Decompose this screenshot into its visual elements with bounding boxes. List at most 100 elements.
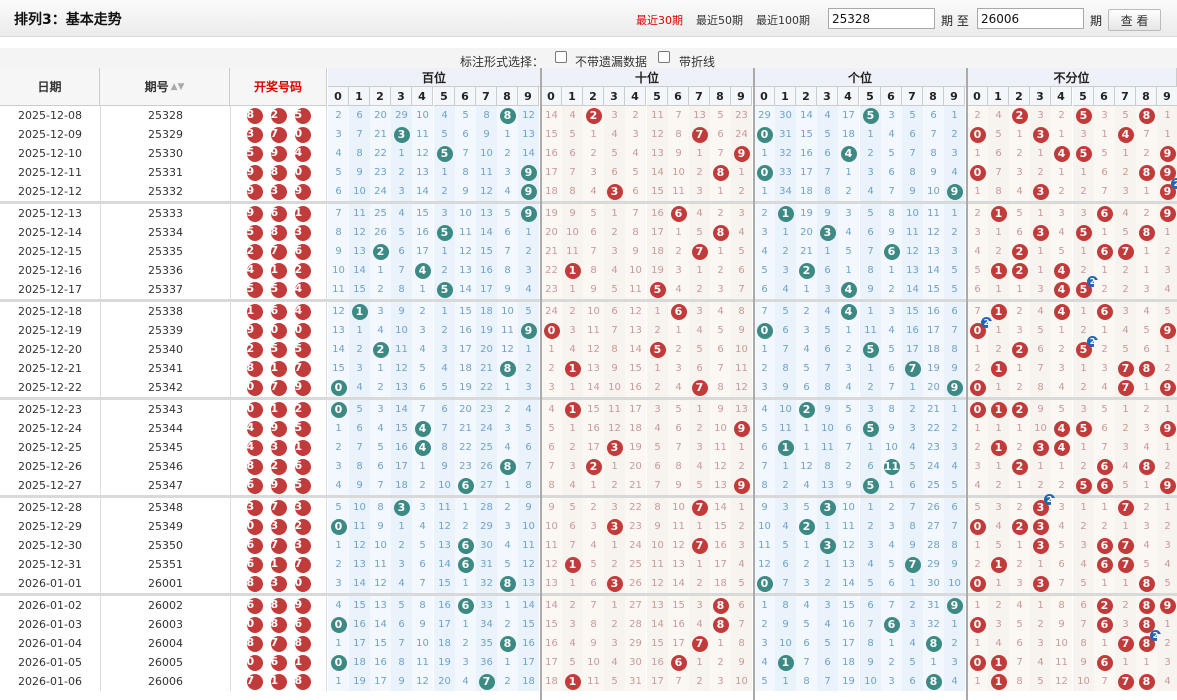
row-issue: 25350	[100, 536, 230, 555]
end-issue-input[interactable]	[977, 8, 1084, 29]
start-issue-input[interactable]	[828, 8, 935, 29]
cell-3-2: 4	[1009, 596, 1030, 615]
omission-value: 11	[842, 521, 855, 532]
row-issue: 25342	[100, 378, 230, 397]
omission-value: 29	[629, 638, 642, 649]
hit-ball: 1	[564, 401, 581, 418]
omission-value: 29	[758, 110, 771, 121]
omission-value: 1	[782, 461, 789, 472]
omission-value: 8	[782, 600, 789, 611]
cell-0-6: 18	[455, 359, 476, 378]
row-winning-numbers: 276	[230, 242, 327, 261]
table-row: 2025-12-10 25330 5 9 4 4 8 22 1 12 5 7 10 2 14 16 6 2 5 4 13…	[0, 144, 1177, 163]
cell-3-3: 1	[1030, 555, 1051, 574]
omission-value: 6	[590, 578, 597, 589]
omission-value: 3	[504, 423, 511, 434]
cell-0-8: 2	[497, 672, 518, 691]
cell-0-8: 9	[497, 280, 518, 299]
cell-0-6: 13	[455, 261, 476, 280]
omission-value: 17	[353, 638, 366, 649]
winning-ball: 7	[270, 379, 287, 396]
digit-header-0-0: 0	[328, 87, 349, 106]
cell-2-7: 17	[902, 340, 923, 359]
cell-2-3: 1	[817, 242, 838, 261]
cell-2-9: 9	[944, 378, 965, 397]
no-omission-checkbox[interactable]	[555, 51, 567, 63]
omission-value: 1	[569, 284, 576, 295]
omission-value: 3	[398, 186, 405, 197]
omission-value: 7	[761, 306, 768, 317]
omission-value: 1	[548, 344, 555, 355]
cell-3-6: 6	[1094, 615, 1115, 634]
omission-value: 8	[441, 442, 448, 453]
omission-value: 7	[441, 423, 448, 434]
hit-ball: 0	[330, 518, 347, 535]
cell-3-5: 2	[1073, 182, 1094, 201]
cell-2-5: 2	[860, 378, 881, 397]
cell-1-9: 9	[731, 144, 752, 163]
cell-1-7: 1	[689, 144, 710, 163]
cell-0-5: 5	[434, 223, 455, 242]
hit-ball: 0	[969, 164, 986, 181]
omission-value: 4	[675, 284, 682, 295]
omission-value: 2	[1080, 265, 1087, 276]
cell-1-5: 5	[647, 438, 668, 457]
hit-ball: 0	[969, 518, 986, 535]
cell-1-2: 1	[583, 125, 604, 144]
period-100-link[interactable]: 最近100期	[756, 12, 810, 28]
cell-1-3: 3	[604, 517, 625, 536]
cell-1-5: 16	[647, 653, 668, 672]
omission-value: 1	[675, 227, 682, 238]
cell-3-5: 9	[1073, 653, 1094, 672]
omission-value: 4	[1058, 227, 1065, 238]
cell-0-1: 8	[349, 457, 370, 476]
cell-1-5: 15	[647, 182, 668, 201]
cell-2-5: 1	[860, 498, 881, 517]
omission-value: 2	[569, 600, 576, 611]
omission-value: 1	[525, 227, 532, 238]
cell-0-1: 6	[349, 106, 370, 125]
cell-2-0: 3	[754, 634, 775, 653]
omission-value: 6	[951, 502, 958, 513]
cell-1-6: 8	[668, 457, 689, 476]
omission-value: 3	[1080, 540, 1087, 551]
period-50-link[interactable]: 最近50期	[696, 12, 743, 28]
group-divider	[753, 68, 755, 700]
cell-1-6: 11	[668, 517, 689, 536]
cell-1-1: 7	[562, 536, 583, 555]
omission-value: 5	[738, 246, 745, 257]
omission-value: 1	[738, 167, 745, 178]
omission-value: 17	[545, 167, 558, 178]
cell-3-8: 8	[1136, 574, 1157, 593]
view-button[interactable]: 查 看	[1108, 9, 1161, 31]
omission-value: 5	[803, 363, 810, 374]
omission-value: 7	[1101, 442, 1108, 453]
period-30-link[interactable]: 最近30期	[636, 12, 683, 28]
row-date: 2025-12-14	[18, 226, 82, 239]
cell-1-8: 14	[710, 498, 731, 517]
cell-2-9: 4	[944, 672, 965, 691]
polyline-checkbox[interactable]	[658, 51, 670, 63]
cell-3-1: 2	[988, 340, 1009, 359]
omission-value: 5	[761, 423, 768, 434]
row-issue: 25333	[100, 204, 230, 223]
omission-value: 1	[761, 344, 768, 355]
row-date: 2025-12-16	[18, 264, 82, 277]
omission-value: 4	[738, 227, 745, 238]
cell-0-4: 12	[412, 672, 433, 691]
omission-value: 3	[782, 265, 789, 276]
cell-0-7: 34	[476, 615, 497, 634]
omission-value: 1	[995, 227, 1002, 238]
hit-ball: 9	[520, 205, 537, 222]
cell-1-1: 5	[562, 653, 583, 672]
cell-1-5: 18	[647, 242, 668, 261]
row-issue: 25341	[100, 359, 230, 378]
omission-value: 14	[651, 619, 664, 630]
omission-value: 8	[909, 521, 916, 532]
omission-value: 11	[651, 559, 664, 570]
omission-value: 5	[590, 208, 597, 219]
omission-value: 1	[1101, 227, 1108, 238]
omission-value: 14	[842, 578, 855, 589]
cell-3-4: 8	[1051, 596, 1072, 615]
omission-value: 3	[1080, 404, 1087, 415]
